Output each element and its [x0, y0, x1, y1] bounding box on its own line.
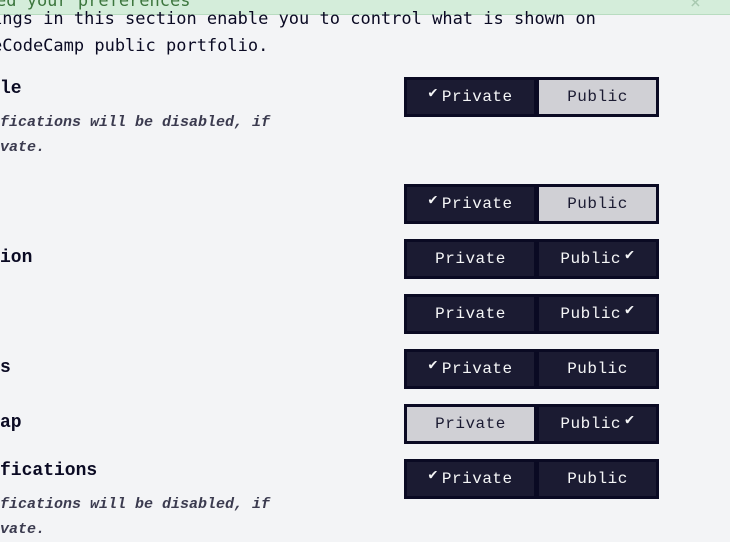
privacy-toggle-about: Private Public ✔ — [404, 294, 659, 334]
note-line: fications will be disabled, if — [0, 496, 271, 513]
close-icon[interactable]: × — [690, 0, 701, 18]
description-line: eCodeCamp public portfolio. — [0, 36, 269, 56]
public-button[interactable]: Public ✔ — [537, 294, 659, 334]
check-icon: ✔ — [625, 411, 635, 429]
private-button[interactable]: ✔ Private — [404, 184, 537, 224]
private-button[interactable]: ✔ Private — [404, 77, 537, 117]
section-description: ings in this section enable you to contr… — [0, 6, 596, 60]
setting-label-location: ion — [0, 248, 33, 268]
setting-label-points: s — [0, 358, 11, 378]
privacy-toggle-certifications: ✔ Private Public — [404, 459, 659, 499]
privacy-toggle-heatmap: Private Public ✔ — [404, 404, 659, 444]
private-button[interactable]: ✔ Private — [404, 459, 537, 499]
public-button[interactable]: Public — [537, 459, 659, 499]
check-icon: ✔ — [428, 356, 438, 374]
private-button[interactable]: Private — [404, 404, 537, 444]
privacy-toggle-name: ✔ Private Public — [404, 184, 659, 224]
public-button[interactable]: Public — [537, 184, 659, 224]
check-icon: ✔ — [625, 246, 635, 264]
setting-note: fications will be disabled, if vate. — [0, 110, 270, 160]
setting-label-profile: le — [0, 79, 22, 99]
public-button[interactable]: Public — [537, 77, 659, 117]
setting-label-heatmap: ap — [0, 413, 22, 433]
private-button[interactable]: Private — [404, 294, 537, 334]
check-icon: ✔ — [428, 191, 438, 209]
private-button[interactable]: ✔ Private — [404, 349, 537, 389]
check-icon: ✔ — [428, 84, 438, 102]
public-button[interactable]: Public — [537, 349, 659, 389]
check-icon: ✔ — [428, 466, 438, 484]
private-button[interactable]: Private — [404, 239, 537, 279]
note-line: vate. — [0, 139, 46, 156]
public-button[interactable]: Public ✔ — [537, 239, 659, 279]
note-line: fications will be disabled, if — [0, 114, 271, 131]
note-line: vate. — [0, 521, 46, 538]
privacy-toggle-points: ✔ Private Public — [404, 349, 659, 389]
check-icon: ✔ — [625, 301, 635, 319]
setting-label-certifications: fications — [0, 461, 98, 481]
privacy-toggle-location: Private Public ✔ — [404, 239, 659, 279]
description-line: ings in this section enable you to contr… — [0, 9, 596, 29]
public-button[interactable]: Public ✔ — [537, 404, 659, 444]
privacy-toggle-profile: ✔ Private Public — [404, 77, 659, 117]
